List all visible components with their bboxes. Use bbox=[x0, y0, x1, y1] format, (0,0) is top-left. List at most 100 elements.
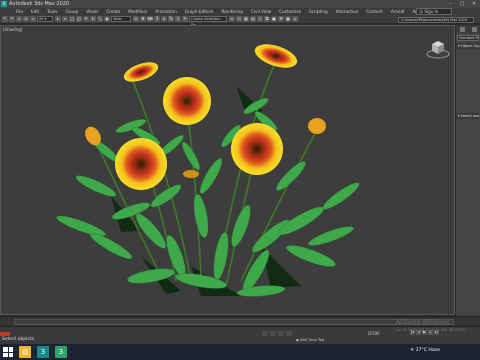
modify-tab-icon[interactable] bbox=[471, 26, 477, 32]
rotate-icon[interactable]: ↻ bbox=[90, 16, 96, 22]
transform-type-in-icon[interactable] bbox=[286, 331, 292, 336]
maxscript-listener-indicator[interactable] bbox=[0, 332, 10, 336]
primitive-type-dropdown[interactable]: Standard Primitives bbox=[457, 35, 479, 41]
layer-explorer-icon[interactable]: ▦ bbox=[243, 16, 249, 22]
link-icon[interactable]: ∞ bbox=[16, 16, 22, 22]
named-selection-sets-dropdown[interactable]: Create Selection Se bbox=[189, 16, 227, 27]
weather-tray[interactable]: ☀ 37°C Haze bbox=[410, 348, 440, 353]
menu-graph-editors[interactable]: Graph Editors bbox=[181, 9, 218, 14]
menu-bar: File Edit Tools Group Views Create Modif… bbox=[0, 8, 480, 15]
3ds-max-app-icon[interactable]: 3 bbox=[1, 1, 7, 7]
file-explorer-icon[interactable]: ▤ bbox=[19, 346, 31, 358]
percent-snap-icon[interactable]: % bbox=[168, 16, 174, 22]
add-time-tag-label[interactable]: ◆ Add Time Tag bbox=[296, 338, 324, 342]
maximize-icon[interactable]: □ bbox=[456, 0, 468, 8]
perspective-viewport[interactable]: [Shading] bbox=[0, 25, 455, 315]
close-icon[interactable]: ✕ bbox=[468, 0, 480, 8]
bind-space-warp-icon[interactable]: ≈ bbox=[30, 16, 36, 22]
name-and-color-label: Name and Color bbox=[460, 114, 480, 118]
select-by-name-icon[interactable]: ≡ bbox=[62, 16, 68, 22]
reference-coordinate-dropdown[interactable]: View bbox=[111, 16, 131, 22]
title-bar: 3 Autodesk 3ds Max 2020 – □ ✕ bbox=[0, 0, 480, 8]
menu-content[interactable]: Content bbox=[362, 9, 387, 14]
move-icon[interactable]: ✛ bbox=[83, 16, 89, 22]
3ds-max-taskbar-icon[interactable]: 3 bbox=[37, 346, 49, 358]
pivot-center-icon[interactable]: ◎ bbox=[133, 16, 139, 22]
isolate-selection-icon[interactable] bbox=[262, 331, 268, 336]
rectangular-selection-icon[interactable]: □ bbox=[69, 16, 75, 22]
menu-tools[interactable]: Tools bbox=[43, 9, 61, 14]
status-bar: Select objects ◆ Add Time Tag 0/100 |◂ ◂… bbox=[0, 319, 480, 344]
menu-arnold[interactable]: Arnold bbox=[387, 9, 409, 14]
angle-snap-icon[interactable]: ∠ bbox=[161, 16, 167, 22]
curve-editor-icon[interactable]: ∿ bbox=[257, 16, 263, 22]
object-type-label: Object Type bbox=[460, 44, 480, 48]
timeline-track[interactable] bbox=[14, 319, 454, 325]
material-editor-icon[interactable]: ● bbox=[271, 16, 277, 22]
activate-windows-subtitle: Go to Settings to activate Windows. bbox=[396, 327, 468, 332]
flower-head-4 bbox=[254, 44, 298, 68]
menu-scripting[interactable]: Scripting bbox=[305, 9, 332, 14]
menu-modifiers[interactable]: Modifiers bbox=[124, 9, 151, 14]
create-tab-icon[interactable] bbox=[459, 26, 465, 32]
menu-file[interactable]: File bbox=[12, 9, 27, 14]
sign-in-label: Sign In bbox=[424, 9, 439, 14]
status-icon-row bbox=[262, 331, 292, 336]
render-production-icon[interactable]: ☕ bbox=[292, 16, 298, 22]
unlink-icon[interactable]: ≠ bbox=[23, 16, 29, 22]
command-panel: Standard Primitives ▾ Object Type ▾ Name… bbox=[455, 25, 480, 320]
windows-start-icon[interactable] bbox=[3, 347, 13, 357]
place-icon[interactable]: ◉ bbox=[104, 16, 110, 22]
align-icon[interactable]: ⊟ bbox=[236, 16, 242, 22]
menu-create[interactable]: Create bbox=[102, 9, 124, 14]
undo-icon[interactable]: ↶ bbox=[2, 16, 8, 22]
select-object-icon[interactable]: ▸ bbox=[55, 16, 61, 22]
edit-named-selection-icon[interactable]: ✎ bbox=[182, 16, 188, 22]
scale-icon[interactable]: ⤡ bbox=[97, 16, 103, 22]
schematic-view-icon[interactable]: ⧉ bbox=[264, 16, 270, 22]
command-panel-tabs bbox=[456, 25, 480, 33]
windows-taskbar: ▤ 3 3 ☀ 37°C Haze bbox=[0, 344, 480, 360]
add-time-tag-text: Add Time Tag bbox=[299, 338, 325, 342]
flower-bud-2 bbox=[308, 118, 326, 134]
main-toolbar: ↶ ↷ ∞ ≠ ≈ All ▾ ▸ ≡ □ ◫ ✛ ↻ ⤡ ◉ View ◎ ✥… bbox=[0, 15, 480, 27]
menu-customize[interactable]: Customize bbox=[275, 9, 305, 14]
flower-plant-model[interactable] bbox=[1, 26, 455, 315]
menu-edit[interactable]: Edit bbox=[27, 9, 43, 14]
flower-bud-3 bbox=[183, 170, 199, 178]
menu-interactive[interactable]: Interactive bbox=[332, 9, 363, 14]
flower-head-2 bbox=[115, 138, 167, 190]
menu-civil-view[interactable]: Civil View bbox=[247, 9, 275, 14]
mirror-icon[interactable]: ⇔ bbox=[229, 16, 235, 22]
status-prompt: Select objects bbox=[2, 337, 35, 342]
spinner-snap-icon[interactable]: ⇕ bbox=[175, 16, 181, 22]
menu-animation[interactable]: Animation bbox=[151, 9, 180, 14]
3ds-max-taskbar-icon-2[interactable]: 3 bbox=[55, 346, 67, 358]
scene-explorer-icon[interactable]: ▤ bbox=[250, 16, 256, 22]
minimize-icon[interactable]: – bbox=[444, 0, 456, 8]
window-title: Autodesk 3ds Max 2020 bbox=[9, 1, 70, 7]
weather-text: 37°C Haze bbox=[415, 348, 440, 353]
selection-lock-icon[interactable] bbox=[270, 331, 276, 336]
rendered-frame-window-icon[interactable]: ▣ bbox=[285, 16, 291, 22]
name-and-color-rollout[interactable]: ▾ Name and Color bbox=[456, 113, 480, 119]
flower-head-5 bbox=[123, 62, 159, 82]
menu-views[interactable]: Views bbox=[82, 9, 102, 14]
absolute-mode-icon[interactable] bbox=[278, 331, 284, 336]
viewcube-icon[interactable] bbox=[426, 38, 450, 60]
menu-group[interactable]: Group bbox=[61, 9, 82, 14]
render-setup-icon[interactable]: ⚙ bbox=[278, 16, 284, 22]
redo-icon[interactable]: ↷ bbox=[9, 16, 15, 22]
snaps-toggle-icon[interactable]: 3 bbox=[154, 16, 160, 22]
window-crossing-icon[interactable]: ◫ bbox=[76, 16, 82, 22]
select-manipulate-icon[interactable]: ✥ bbox=[140, 16, 146, 22]
sign-in-button[interactable]: ☺ Sign In bbox=[416, 8, 452, 15]
selection-filter-dropdown[interactable]: All ▾ bbox=[37, 16, 53, 22]
flower-head-3 bbox=[231, 123, 283, 175]
flower-head-1 bbox=[163, 77, 211, 125]
frame-counter: 0/100 bbox=[368, 331, 380, 336]
project-path-field[interactable]: C:\Users\VM\Documents\3ds Max 2020 bbox=[398, 17, 474, 23]
keyboard-shortcut-icon[interactable]: ⌨ bbox=[147, 16, 153, 22]
menu-rendering[interactable]: Rendering bbox=[218, 9, 247, 14]
object-type-rollout[interactable]: ▾ Object Type bbox=[456, 43, 480, 49]
